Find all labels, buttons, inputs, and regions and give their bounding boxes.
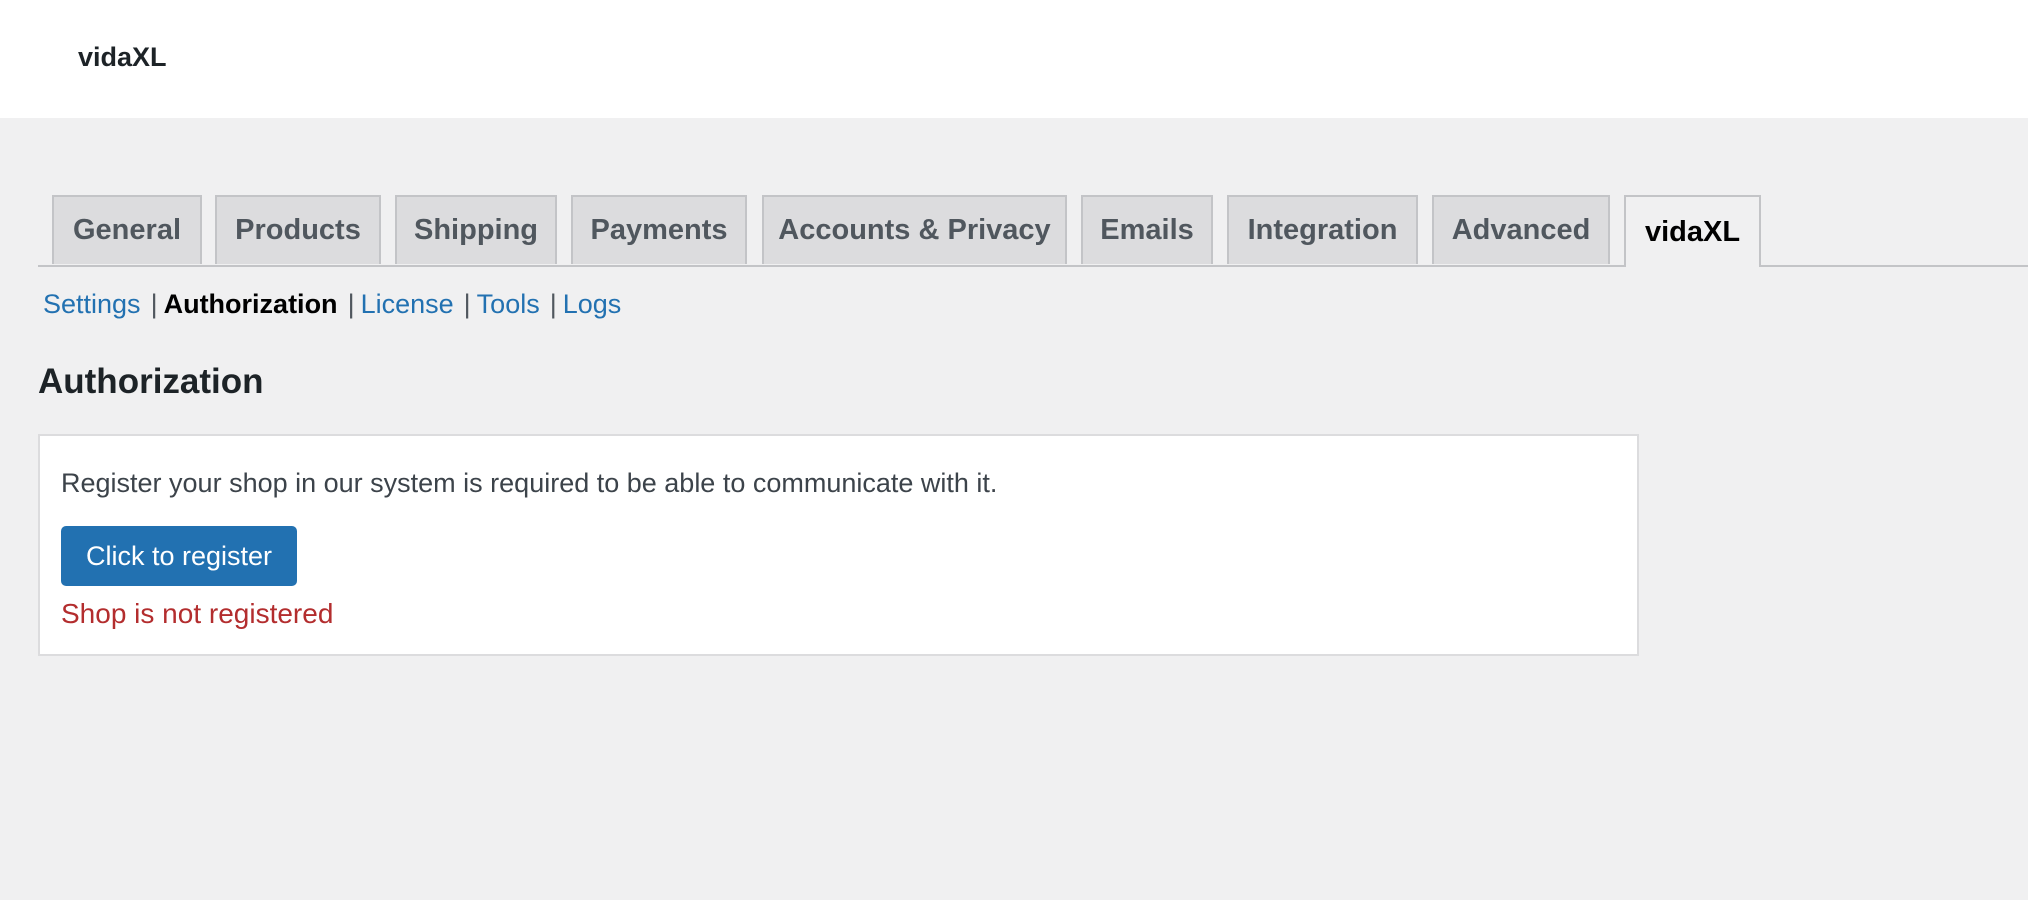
tab-shipping[interactable]: Shipping [395, 195, 557, 264]
tab-vidaxl[interactable]: vidaXL [1624, 195, 1761, 267]
subnav-tools[interactable]: Tools [477, 289, 540, 319]
registration-description: Register your shop in our system is requ… [61, 468, 998, 498]
subnav-separator: | [463, 289, 471, 319]
app-title: vidaXL [78, 42, 167, 72]
top-header: vidaXL [0, 0, 2028, 118]
tab-accounts-privacy[interactable]: Accounts & Privacy [762, 195, 1067, 264]
sub-navigation: Settings | Authorization | License | Tools | Log… [43, 287, 621, 321]
subnav-logs[interactable]: Logs [563, 289, 622, 319]
subnav-separator: | [347, 289, 355, 319]
authorization-panel: Register your shop in our system is requ… [38, 434, 1639, 656]
tab-payments[interactable]: Payments [571, 195, 747, 264]
tab-products[interactable]: Products [215, 195, 381, 264]
tab-integration[interactable]: Integration [1227, 195, 1418, 264]
subnav-separator: | [549, 289, 557, 319]
tab-general[interactable]: General [52, 195, 202, 264]
subnav-separator: | [150, 289, 158, 319]
page-title: Authorization [38, 362, 264, 401]
registration-status: Shop is not registered [61, 598, 334, 629]
tab-emails[interactable]: Emails [1081, 195, 1213, 264]
tab-advanced[interactable]: Advanced [1432, 195, 1610, 264]
subnav-settings[interactable]: Settings [43, 289, 141, 319]
subnav-authorization: Authorization [163, 289, 338, 319]
register-button[interactable]: Click to register [61, 526, 297, 586]
subnav-license[interactable]: License [361, 289, 454, 319]
